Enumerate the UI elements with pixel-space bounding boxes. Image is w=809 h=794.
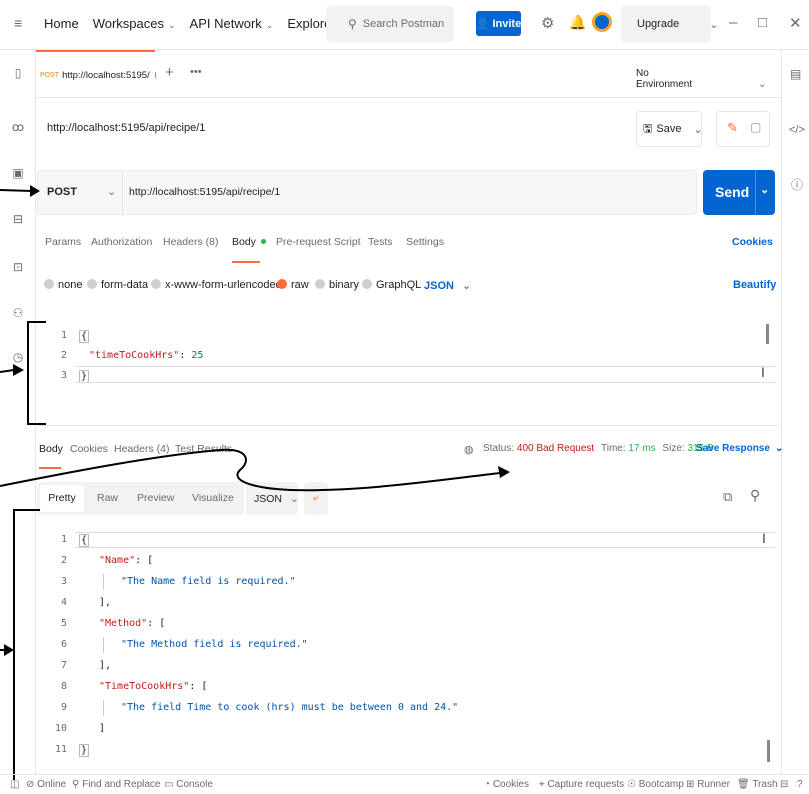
- status-bar: ◫ ⊘ Online ⚲ Find and Replace ▭ Console …: [0, 774, 809, 794]
- annotation-bracket: [13, 509, 40, 780]
- toggle-sidebar-icon[interactable]: ◫: [10, 779, 19, 790]
- arrowhead-icon: [30, 185, 40, 197]
- runner-button[interactable]: ⊞ Runner: [686, 779, 730, 790]
- cookies-button[interactable]: ◔ Cookies: [484, 779, 529, 790]
- layout-icon[interactable]: ⊟: [780, 779, 788, 790]
- bootcamp-button[interactable]: ☉ Bootcamp: [627, 779, 684, 790]
- console-label: Console: [176, 779, 213, 790]
- console-icon: ▭: [164, 779, 174, 790]
- console-button[interactable]: ▭ Console: [164, 779, 213, 790]
- runner-icon: ⊞: [686, 779, 695, 790]
- cookies-label: Cookies: [492, 779, 529, 790]
- online-status[interactable]: ⊘ Online: [26, 779, 66, 790]
- help-icon[interactable]: ?: [797, 779, 803, 790]
- check-icon: ⊘: [26, 779, 35, 790]
- annotation-arrow: [0, 448, 501, 492]
- bootcamp-label: Bootcamp: [638, 779, 684, 790]
- bootcamp-icon: ☉: [627, 779, 636, 790]
- annotation-arrow: [0, 369, 15, 373]
- annotation-overlay: [0, 185, 510, 780]
- annotation-arrow: [0, 189, 33, 192]
- capture-icon: ⌖: [539, 779, 545, 790]
- search-icon: ⚲: [72, 779, 80, 790]
- arrowhead-icon: [4, 644, 14, 656]
- runner-label: Runner: [697, 779, 730, 790]
- arrowhead-icon: [498, 466, 510, 478]
- find-replace-button[interactable]: ⚲ Find and Replace: [72, 779, 161, 790]
- trash-label: Trash: [752, 779, 778, 790]
- trash-icon: 🗑: [737, 779, 750, 790]
- cookie-icon: ◔: [484, 779, 491, 790]
- capture-label: Capture requests: [547, 779, 625, 790]
- trash-button[interactable]: 🗑 Trash: [737, 779, 778, 790]
- find-replace-label: Find and Replace: [82, 779, 161, 790]
- annotation-bracket: [27, 321, 46, 425]
- capture-requests-button[interactable]: ⌖ Capture requests: [539, 779, 624, 790]
- online-label: Online: [37, 779, 67, 790]
- arrowhead-icon: [13, 364, 24, 376]
